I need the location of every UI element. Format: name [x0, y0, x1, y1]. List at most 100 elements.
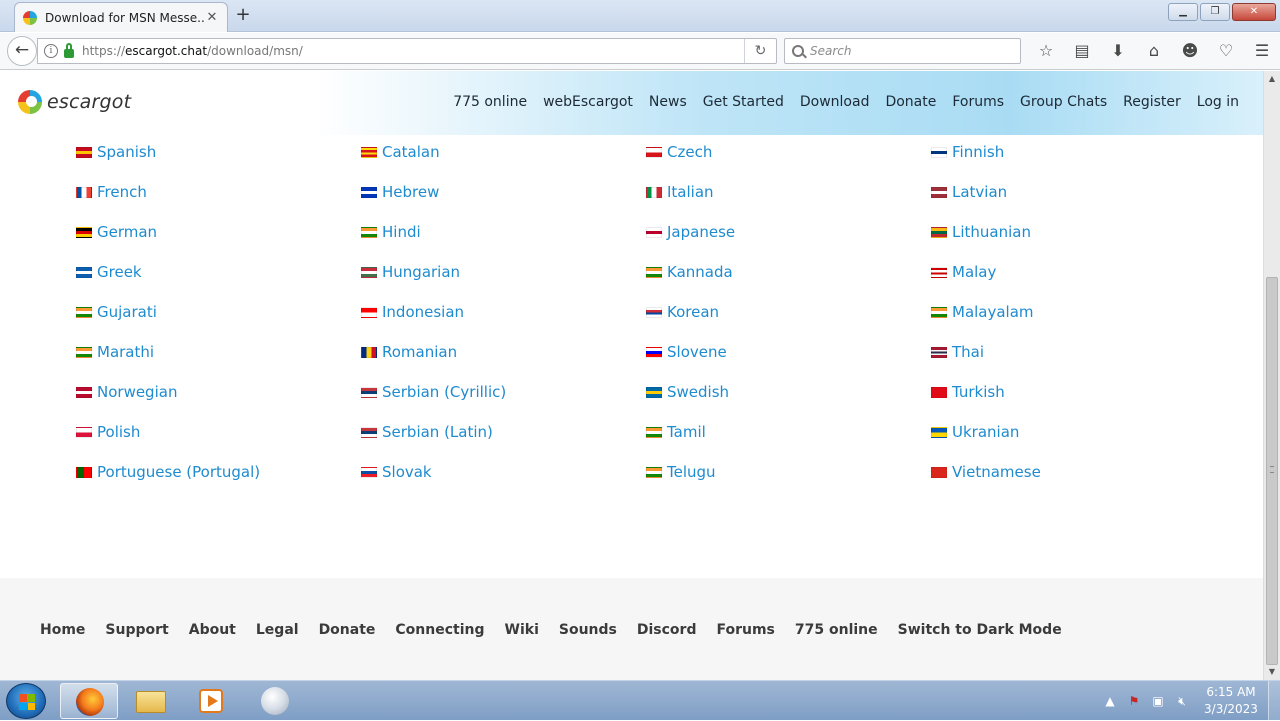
library-icon[interactable]: ▤: [1064, 38, 1100, 64]
language-link[interactable]: Hebrew: [382, 183, 439, 201]
language-link[interactable]: Spanish: [97, 143, 156, 161]
page-scrollbar[interactable]: ▲ ▼: [1263, 71, 1280, 680]
language-item[interactable]: Czech: [646, 143, 712, 161]
language-link[interactable]: Ukranian: [952, 423, 1019, 441]
taskbar-media-player[interactable]: [182, 683, 240, 719]
footer-discord[interactable]: Discord: [637, 622, 697, 638]
language-item[interactable]: Gujarati: [76, 303, 157, 321]
action-center-flag-icon[interactable]: ⚑: [1122, 689, 1146, 713]
language-item[interactable]: Vietnamese: [931, 463, 1041, 481]
language-item[interactable]: Telugu: [646, 463, 716, 481]
footer-sounds[interactable]: Sounds: [559, 622, 617, 638]
language-item[interactable]: Italian: [646, 183, 714, 201]
menu-icon[interactable]: ☰: [1244, 38, 1280, 64]
minimize-button[interactable]: ▁: [1168, 3, 1198, 21]
language-link[interactable]: Hungarian: [382, 263, 460, 281]
language-link[interactable]: German: [97, 223, 157, 241]
language-item[interactable]: Hindi: [361, 223, 421, 241]
language-link[interactable]: Lithuanian: [952, 223, 1031, 241]
footer-online-count[interactable]: 775 online: [795, 622, 878, 638]
nav-webescargot[interactable]: webEscargot: [543, 94, 633, 110]
search-input[interactable]: [810, 44, 1000, 58]
language-link[interactable]: Romanian: [382, 343, 457, 361]
language-item[interactable]: French: [76, 183, 147, 201]
taskbar-app-orb[interactable]: [246, 683, 304, 719]
language-item[interactable]: Malayalam: [931, 303, 1034, 321]
show-desktop-button[interactable]: [1268, 681, 1280, 721]
language-link[interactable]: Telugu: [667, 463, 716, 481]
language-link[interactable]: Catalan: [382, 143, 440, 161]
new-tab-button[interactable]: +: [232, 6, 254, 26]
language-item[interactable]: Finnish: [931, 143, 1004, 161]
language-link[interactable]: Greek: [97, 263, 142, 281]
language-item[interactable]: Swedish: [646, 383, 729, 401]
footer-home[interactable]: Home: [40, 622, 85, 638]
back-button[interactable]: ←: [7, 36, 37, 66]
nav-group-chats[interactable]: Group Chats: [1020, 94, 1107, 110]
language-item[interactable]: Spanish: [76, 143, 156, 161]
language-link[interactable]: Marathi: [97, 343, 154, 361]
bookmark-star-icon[interactable]: ☆: [1028, 38, 1064, 64]
language-item[interactable]: Malay: [931, 263, 996, 281]
language-item[interactable]: Kannada: [646, 263, 733, 281]
language-link[interactable]: Tamil: [667, 423, 706, 441]
nav-online-count[interactable]: 775 online: [453, 94, 527, 110]
language-link[interactable]: Polish: [97, 423, 140, 441]
language-item[interactable]: Hungarian: [361, 263, 460, 281]
footer-connecting[interactable]: Connecting: [395, 622, 484, 638]
volume-muted-icon[interactable]: 🔇︎: [1170, 689, 1194, 713]
language-item[interactable]: Catalan: [361, 143, 440, 161]
language-item[interactable]: Turkish: [931, 383, 1005, 401]
nav-log-in[interactable]: Log in: [1197, 94, 1239, 110]
footer-support[interactable]: Support: [105, 622, 168, 638]
footer-forums[interactable]: Forums: [716, 622, 774, 638]
footer-about[interactable]: About: [189, 622, 236, 638]
maximize-button[interactable]: ❐: [1200, 3, 1230, 21]
language-link[interactable]: Serbian (Cyrillic): [382, 383, 506, 401]
reload-icon[interactable]: ↻: [744, 39, 776, 63]
language-item[interactable]: Latvian: [931, 183, 1007, 201]
language-item[interactable]: Tamil: [646, 423, 706, 441]
language-item[interactable]: Slovene: [646, 343, 727, 361]
language-link[interactable]: Thai: [952, 343, 984, 361]
nav-register[interactable]: Register: [1123, 94, 1181, 110]
language-item[interactable]: Polish: [76, 423, 140, 441]
language-item[interactable]: German: [76, 223, 157, 241]
language-link[interactable]: Kannada: [667, 263, 733, 281]
scroll-up-arrow-icon[interactable]: ▲: [1264, 71, 1280, 87]
info-icon[interactable]: i: [44, 44, 58, 58]
language-link[interactable]: Vietnamese: [952, 463, 1041, 481]
taskbar-explorer[interactable]: [122, 683, 180, 719]
nav-get-started[interactable]: Get Started: [703, 94, 784, 110]
language-link[interactable]: Italian: [667, 183, 714, 201]
language-item[interactable]: Slovak: [361, 463, 432, 481]
browser-tab-active[interactable]: Download for MSN Messe... ✕: [14, 2, 228, 32]
language-link[interactable]: Gujarati: [97, 303, 157, 321]
language-link[interactable]: Malay: [952, 263, 996, 281]
language-link[interactable]: Indonesian: [382, 303, 464, 321]
language-item[interactable]: Romanian: [361, 343, 457, 361]
nav-download[interactable]: Download: [800, 94, 870, 110]
footer-dark-mode-toggle[interactable]: Switch to Dark Mode: [898, 622, 1062, 638]
scroll-down-arrow-icon[interactable]: ▼: [1264, 664, 1280, 680]
site-logo[interactable]: escargot: [18, 90, 131, 114]
nav-news[interactable]: News: [649, 94, 687, 110]
language-item[interactable]: Hebrew: [361, 183, 439, 201]
language-item[interactable]: Serbian (Latin): [361, 423, 493, 441]
footer-legal[interactable]: Legal: [256, 622, 299, 638]
language-link[interactable]: Finnish: [952, 143, 1004, 161]
start-button[interactable]: [6, 683, 46, 719]
download-icon[interactable]: ⬇: [1100, 38, 1136, 64]
language-link[interactable]: Hindi: [382, 223, 421, 241]
language-link[interactable]: Portuguese (Portugal): [97, 463, 260, 481]
language-link[interactable]: Slovene: [667, 343, 727, 361]
nav-donate[interactable]: Donate: [885, 94, 936, 110]
close-window-button[interactable]: ✕: [1232, 3, 1276, 21]
tab-close-icon[interactable]: ✕: [205, 10, 219, 25]
language-link[interactable]: Japanese: [667, 223, 735, 241]
footer-wiki[interactable]: Wiki: [505, 622, 539, 638]
language-item[interactable]: Serbian (Cyrillic): [361, 383, 506, 401]
url-bar[interactable]: i https://escargot.chat/download/msn/ ↻: [37, 38, 777, 64]
footer-donate[interactable]: Donate: [319, 622, 376, 638]
language-link[interactable]: Latvian: [952, 183, 1007, 201]
